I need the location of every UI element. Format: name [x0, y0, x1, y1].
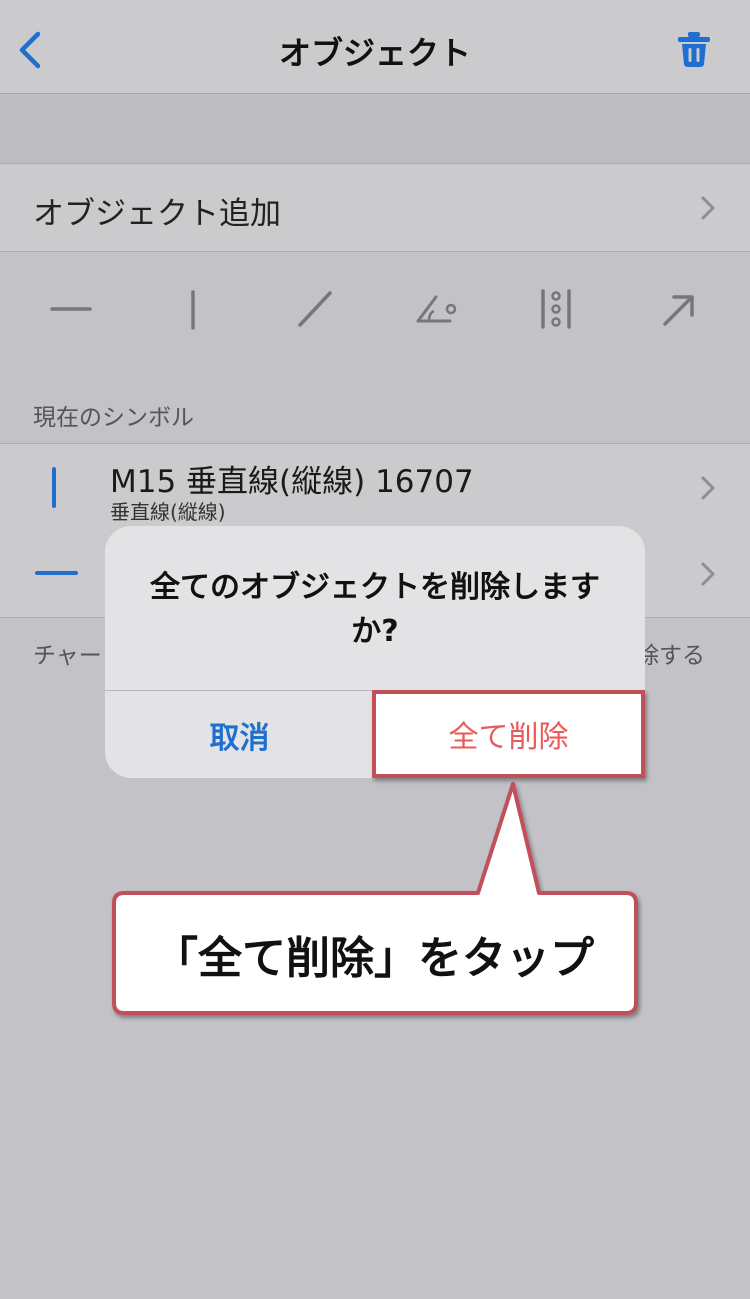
callout-bubble: [112, 782, 638, 1015]
callout-text: 「全て削除」をタップ: [154, 933, 594, 984]
delete-all-button[interactable]: 全て削除: [372, 690, 645, 778]
